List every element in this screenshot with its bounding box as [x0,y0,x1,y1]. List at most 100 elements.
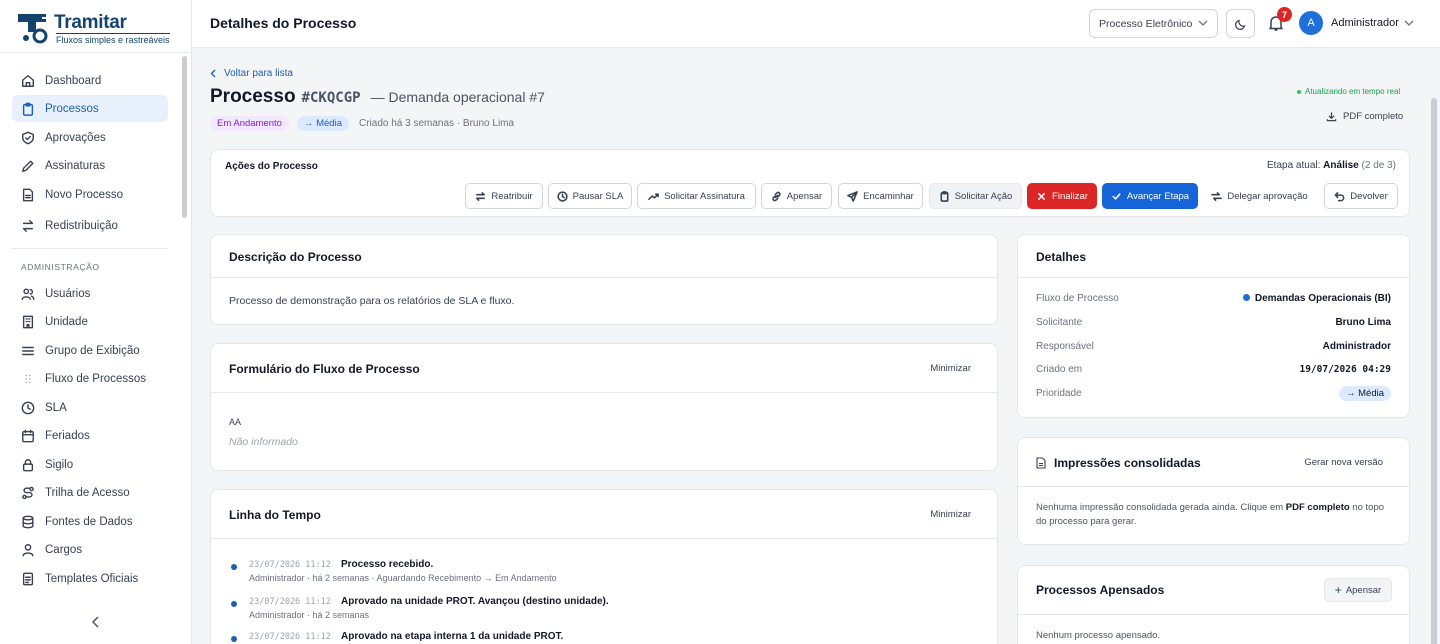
calendar-icon [22,429,34,442]
swap-icon [476,191,486,201]
sidebar-item-label: Aprovações [45,131,106,144]
clipboard-icon [22,102,34,116]
sidebar-item-label: Usuários [45,287,91,300]
section-heading-admin: ADMINISTRAÇÃO [21,262,100,272]
return-button[interactable]: Devolver [1324,183,1398,209]
notification-count-badge: 7 [1277,7,1292,22]
description-card: Descrição do Processo Processo de demons… [210,234,998,325]
request-signature-button[interactable]: Solicitar Assinatura [637,183,756,209]
minimize-timeline-button[interactable]: Minimizar [930,509,971,520]
divider [1018,486,1409,487]
pause-sla-label: Pausar SLA [572,190,624,202]
sidebar-item-fluxo-processos[interactable]: Fluxo de Processos [12,365,168,392]
send-icon [847,190,859,202]
document-icon [1036,457,1046,469]
user-icon [22,543,34,556]
request-signature-label: Solicitar Assinatura [664,190,745,202]
divider [1018,277,1409,278]
process-meta: Em Andamento → Média Criado há 3 semanas… [210,116,514,131]
form-field-value: Não informado [229,436,298,448]
sidebar-item-unidade[interactable]: Unidade [12,308,168,335]
process-actions-card: Ações do Processo Etapa atual: Análise (… [210,149,1410,217]
sidebar-item-novo-processo[interactable]: Novo Processo [12,181,168,208]
delegate-approval-label: Delegar aprovação [1227,190,1308,202]
pen-icon [22,159,34,172]
prints-text-start: Nenhuma impressão consolidada gerada ain… [1036,502,1286,513]
flow-color-dot-icon [1242,294,1250,301]
main-scrollbar[interactable] [1431,98,1437,644]
chevron-left-icon [210,69,216,78]
event-detail: Administrador · há 2 semanas · Aguardand… [249,573,557,583]
sidebar-item-cargos[interactable]: Cargos [12,536,168,563]
sidebar-item-feriados[interactable]: Feriados [12,422,168,449]
sidebar-item-fontes-dados[interactable]: Fontes de Dados [12,508,168,535]
minimize-form-button[interactable]: Minimizar [930,363,971,374]
reassign-button[interactable]: Reatribuir [465,183,543,209]
theme-toggle-button[interactable] [1226,9,1255,38]
attach-process-button[interactable]: + Apensar [1324,578,1392,602]
users-icon [21,287,35,300]
sidebar-item-grupo-exibicao[interactable]: Grupo de Exibição [12,337,168,364]
timeline-dot-icon [231,636,237,642]
sidebar-item-trilha-acesso[interactable]: Trilha de Acesso [12,479,168,506]
advance-stage-button[interactable]: Avançar Etapa [1102,183,1198,209]
process-code: #CKQCGP [301,90,361,106]
detail-label: Responsável [1036,341,1094,352]
detail-row-owner: Responsável Administrador [1036,341,1391,355]
sidebar-scrollbar[interactable] [182,56,187,218]
pdf-complete-button[interactable]: PDF completo [1326,111,1403,122]
avatar[interactable]: A [1299,11,1323,35]
top-bar: Detalhes do Processo Processo Eletrônico… [192,0,1440,48]
live-dot-icon [1297,89,1301,94]
arrows-icon [22,219,34,232]
delegate-approval-button[interactable]: Delegar aprovação [1204,183,1315,209]
user-name[interactable]: Administrador [1331,17,1399,29]
event-message: Aprovado na etapa interna 1 da unidade P… [341,631,564,642]
attach-process-label: Apensar [1345,584,1382,596]
process-subtitle: — Demanda operacional #7 [370,89,545,105]
event-date: 23/07/2026 11:12 [249,632,331,642]
back-to-list-link[interactable]: Voltar para lista [210,68,293,79]
user-swap-icon [1211,191,1223,201]
sidebar-item-label: Trilha de Acesso [45,486,130,499]
detail-row-created: Criado em 19/07/2026 04:29 [1036,364,1391,378]
process-type-select[interactable]: Processo Eletrônico [1089,9,1218,38]
sidebar-item-redistribuicao[interactable]: Redistribuição [12,212,168,239]
timeline-card: Linha do Tempo Minimizar 23/07/2026 11:1… [210,489,998,644]
sidebar-item-assinaturas[interactable]: Assinaturas [12,152,168,179]
request-action-button[interactable]: Solicitar Ação [929,183,1022,209]
sidebar-item-aprovacoes[interactable]: Aprovações [12,124,168,151]
process-type-value: Processo Eletrônico [1099,17,1193,30]
detail-value: Bruno Lima [1335,317,1391,328]
chevron-down-icon[interactable] [1404,19,1414,27]
prints-empty-text: Nenhuma impressão consolidada gerada ain… [1036,501,1396,529]
form-title: Formulário do Fluxo de Processo [229,362,420,376]
finish-button[interactable]: Finalizar [1027,183,1097,209]
attach-button[interactable]: Apensar [761,183,832,209]
database-icon [22,515,34,528]
brand-name: Tramitar [54,12,127,33]
sidebar-item-processos[interactable]: Processos [12,95,168,122]
process-title: Processo [210,86,296,107]
sidebar-item-label: Grupo de Exibição [45,344,140,357]
sidebar-item-sla[interactable]: SLA [12,394,168,421]
actions-title: Ações do Processo [225,161,318,172]
app-root: Tramitar Fluxos simples e rastreáveis Da… [0,0,1440,644]
collapse-sidebar-button[interactable] [88,614,104,630]
brand-logo[interactable]: Tramitar Fluxos simples e rastreáveis [16,8,176,48]
sidebar-item-templates-oficiais[interactable]: Templates Oficiais [12,565,168,592]
sidebar-item-dashboard[interactable]: Dashboard [12,67,168,94]
back-link-label: Voltar para lista [224,68,293,79]
sidebar-item-label: Fontes de Dados [45,515,133,528]
details-title: Detalhes [1036,250,1087,264]
sidebar-item-usuarios[interactable]: Usuários [12,280,168,307]
download-icon [1326,112,1337,122]
current-stage: Etapa atual: Análise (2 de 3) [1267,160,1396,171]
status-badge: Em Andamento [210,116,289,131]
divider [12,248,168,249]
generate-version-button[interactable]: Gerar nova versão [1304,457,1383,468]
process-heading: Processo #CKQCGP — Demanda operacional #… [210,86,545,108]
sidebar-item-sigilo[interactable]: Sigilo [12,451,168,478]
forward-button[interactable]: Encaminhar [838,183,923,209]
pause-sla-button[interactable]: Pausar SLA [548,183,632,209]
